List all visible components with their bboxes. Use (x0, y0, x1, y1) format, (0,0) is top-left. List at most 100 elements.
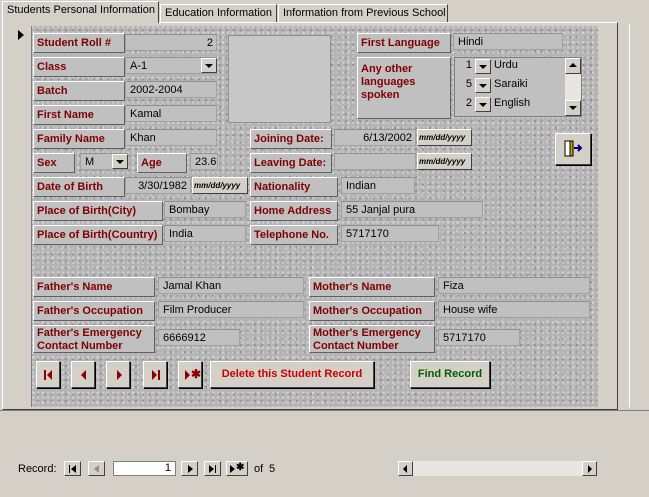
last-icon (215, 465, 216, 473)
telephone-field[interactable]: 5717170 (341, 225, 439, 242)
class-label: Class (33, 57, 125, 77)
father-name-field[interactable]: Jamal Khan (158, 277, 304, 294)
record-number-input[interactable]: 1 (113, 461, 176, 476)
first-language-field[interactable]: Hindi (453, 33, 563, 50)
previous-record-icon (81, 370, 86, 380)
mother-occupation-label: Mother's Occupation (309, 301, 435, 321)
divider (0, 410, 649, 411)
language-row[interactable]: 2 English (456, 96, 564, 114)
language-name: Urdu (492, 59, 564, 75)
age-label: Age (137, 153, 187, 173)
tab-label: Education Information (165, 7, 273, 19)
family-name-label: Family Name (33, 129, 125, 149)
father-emergency-field[interactable]: 6666912 (158, 329, 240, 346)
dob-label: Date of Birth (33, 177, 125, 197)
language-number[interactable]: 5 (456, 78, 474, 94)
pob-country-label: Place of Birth(Country) (33, 225, 163, 245)
joining-date-format-button[interactable]: mm/dd/yyyy (417, 129, 472, 146)
next-icon (188, 465, 193, 473)
nav-new-button[interactable]: ✱ (226, 461, 248, 476)
home-address-label: Home Address (250, 201, 338, 221)
leaving-date-format-button[interactable]: mm/dd/yyyy (417, 153, 472, 170)
language-row[interactable]: 1 Urdu (456, 58, 564, 76)
scroll-down-button[interactable] (565, 100, 581, 116)
scroll-right-button[interactable] (582, 461, 597, 476)
leaving-date-label: Leaving Date: (250, 153, 332, 173)
nav-first-button[interactable] (64, 461, 81, 476)
mother-occupation-field[interactable]: House wife (438, 301, 590, 318)
nav-next-button[interactable] (181, 461, 198, 476)
pob-city-field[interactable]: Bombay (164, 201, 246, 218)
arrow-left-icon (403, 465, 407, 473)
pob-city-label: Place of Birth(City) (33, 201, 163, 221)
horizontal-scrollbar[interactable] (398, 461, 597, 476)
pob-country-field[interactable]: India (164, 225, 246, 242)
first-language-label: First Language (357, 33, 451, 53)
sex-dropdown-arrow-icon[interactable] (112, 154, 128, 169)
father-emergency-label: Father's Emergency Contact Number (33, 325, 155, 353)
find-record-button[interactable]: Find Record (410, 361, 490, 388)
last-record-arrow-icon (152, 370, 157, 380)
last-record-button[interactable] (143, 361, 167, 388)
mother-name-field[interactable]: Fiza (438, 277, 590, 294)
asterisk-icon: ✱ (191, 367, 202, 381)
arrow-up-icon (569, 63, 577, 67)
dob-field[interactable]: 3/30/1982 (125, 177, 191, 194)
home-address-field[interactable]: 55 Janjal pura (341, 201, 483, 218)
father-occupation-field[interactable]: Film Producer (158, 301, 304, 318)
language-name: English (492, 97, 564, 113)
language-number[interactable]: 2 (456, 97, 474, 113)
dob-date-format-button[interactable]: mm/dd/yyyy (192, 177, 248, 194)
joining-date-label: Joining Date: (250, 129, 332, 149)
first-arrow-icon (71, 465, 76, 473)
mother-name-label: Mother's Name (309, 277, 435, 297)
nav-last-button[interactable] (204, 461, 221, 476)
student-roll-field[interactable]: 2 (125, 34, 217, 51)
tab-personal-information[interactable]: Students Personal Information (2, 1, 159, 23)
language-row[interactable]: 5 Saraiki (456, 77, 564, 95)
age-field[interactable]: 23.6 (190, 153, 218, 170)
last-arrow-icon (209, 465, 214, 473)
previous-record-button[interactable] (71, 361, 95, 388)
student-roll-label: Student Roll # (33, 33, 125, 53)
language-name: Saraiki (492, 78, 564, 94)
language-dropdown-arrow-icon[interactable] (475, 97, 491, 112)
mother-emergency-field[interactable]: 5717170 (438, 329, 520, 346)
nationality-label: Nationality (250, 177, 338, 197)
current-record-arrow-icon (18, 30, 24, 40)
nationality-field[interactable]: Indian (341, 177, 415, 194)
scroll-up-button[interactable] (565, 58, 581, 74)
next-record-button[interactable] (106, 361, 130, 388)
language-dropdown-arrow-icon[interactable] (475, 78, 491, 93)
new-asterisk-icon: ✱ (236, 462, 245, 473)
new-record-button[interactable]: ✱ (178, 361, 202, 388)
record-selector[interactable] (12, 26, 32, 407)
telephone-label: Telephone No. (250, 225, 338, 245)
leaving-date-field[interactable] (334, 153, 416, 170)
family-name-field[interactable]: Khan (125, 129, 217, 146)
first-record-button[interactable] (36, 361, 60, 388)
form-vertical-scrollbar[interactable] (629, 24, 646, 407)
joining-date-field[interactable]: 6/13/2002 (334, 129, 416, 146)
record-label: Record: (18, 463, 57, 475)
scroll-left-button[interactable] (398, 461, 413, 476)
other-languages-label: Any other languages spoken (357, 57, 451, 119)
father-name-label: Father's Name (33, 277, 155, 297)
previous-icon (94, 465, 99, 473)
exit-button[interactable] (555, 133, 591, 165)
last-record-icon (158, 370, 160, 380)
languages-scrollbar[interactable] (565, 58, 581, 116)
tab-label: Information from Previous School (283, 7, 446, 19)
student-photo[interactable] (228, 35, 331, 123)
language-dropdown-arrow-icon[interactable] (475, 59, 491, 74)
delete-record-button[interactable]: Delete this Student Record (210, 361, 374, 388)
tab-education-information[interactable]: Education Information (160, 4, 277, 22)
first-name-field[interactable]: Kamal (125, 105, 217, 122)
nav-previous-button[interactable] (88, 461, 105, 476)
other-languages-subform: 1 Urdu 5 Saraiki 2 English (454, 57, 582, 117)
batch-field[interactable]: 2002-2004 (125, 81, 217, 98)
record-of-label: of (254, 463, 264, 475)
tab-previous-school[interactable]: Information from Previous School (278, 4, 448, 22)
language-number[interactable]: 1 (456, 59, 474, 75)
class-dropdown-arrow-icon[interactable] (201, 58, 217, 73)
